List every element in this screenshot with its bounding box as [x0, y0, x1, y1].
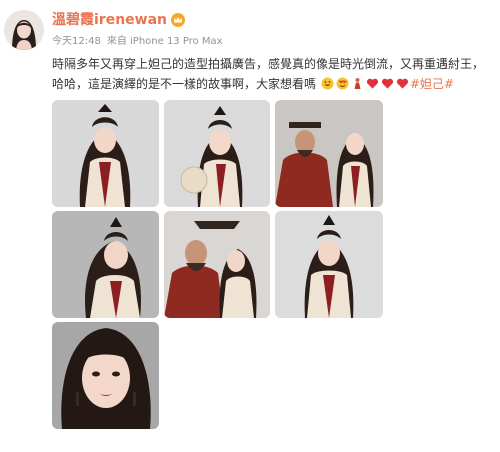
photo-2[interactable] [164, 100, 270, 207]
crown-badge-icon [171, 12, 186, 27]
grin-emoji-icon [321, 76, 334, 90]
heart-emoji-icon [396, 76, 409, 89]
photo-6[interactable] [275, 211, 383, 318]
photo-5[interactable] [164, 211, 270, 318]
photo-1[interactable] [52, 100, 159, 207]
figure-emoji-icon [351, 76, 364, 89]
photo-7[interactable] [52, 322, 159, 429]
post-timestamp[interactable]: 今天12:48 [52, 32, 101, 47]
post-body: 時隔多年又再穿上妲己的造型拍攝廣告，感覺真的像是時光倒流，又再重遇紂王，哈哈，這… [52, 54, 488, 94]
avatar[interactable] [4, 10, 44, 50]
photo-3[interactable] [275, 100, 383, 207]
photo-4[interactable] [52, 211, 159, 318]
username-link[interactable]: 溫碧霞irenewan [52, 9, 167, 29]
post-source: 來自 iPhone 13 Pro Max [106, 35, 223, 47]
heart-emoji-icon [381, 76, 394, 89]
heart-emoji-icon [366, 76, 379, 89]
heart-eyes-emoji-icon [336, 76, 349, 90]
hashtag-link[interactable]: #妲己# [410, 77, 454, 91]
post-header: 溫碧霞irenewan 今天12:48 來自 iPhone 13 Pro Max [52, 9, 492, 47]
